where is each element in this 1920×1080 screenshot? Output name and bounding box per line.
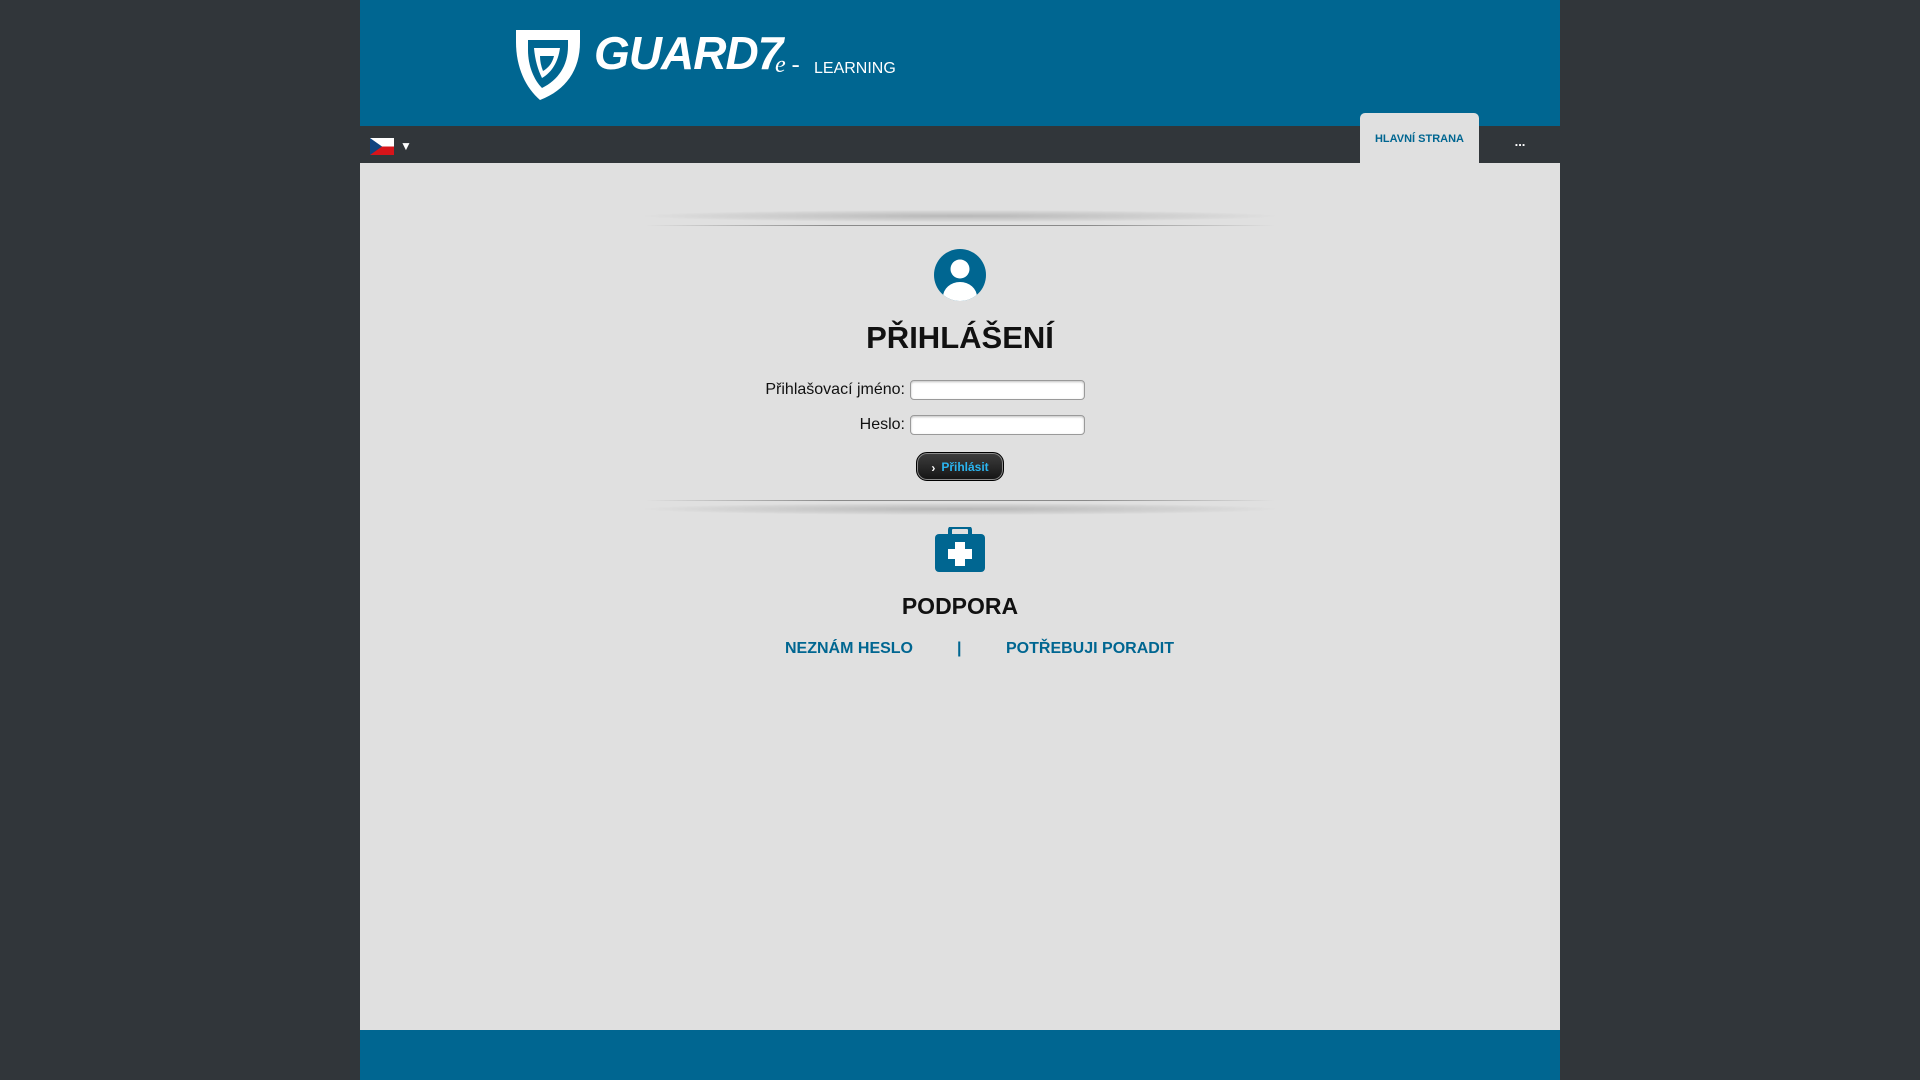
support-links: NEZNÁM HESLO | POTŘEBUJI PORADIT xyxy=(660,641,1260,661)
login-button[interactable]: › Přihlásit xyxy=(916,452,1004,481)
logo-name: GUARD7 xyxy=(594,27,783,79)
logo-learning: LEARNING xyxy=(814,60,896,77)
link-separator: | xyxy=(957,640,962,657)
footer xyxy=(360,1030,1560,1080)
chevron-down-icon: ▼ xyxy=(400,139,412,153)
language-selector[interactable]: ▼ xyxy=(370,136,412,156)
password-input[interactable] xyxy=(910,415,1085,435)
divider-shadow xyxy=(645,210,1275,222)
guard7-logo[interactable]: GUARD7 e - LEARNING xyxy=(510,26,930,102)
first-aid-icon xyxy=(935,527,985,572)
password-label: Heslo: xyxy=(859,416,905,433)
page-container: GUARD7 e - LEARNING ▼ HLAVNÍ STRANA ... xyxy=(360,0,1560,1080)
user-icon xyxy=(934,249,986,301)
section-divider xyxy=(645,500,1275,518)
tab-home[interactable]: HLAVNÍ STRANA xyxy=(1360,113,1479,163)
need-help-link[interactable]: POTŘEBUJI PORADIT xyxy=(1006,641,1174,657)
login-button-label: Přihlásit xyxy=(941,459,989,474)
divider-line xyxy=(645,225,1275,226)
divider-shadow xyxy=(645,503,1275,515)
forgot-password-link[interactable]: NEZNÁM HESLO xyxy=(785,641,913,657)
support-title: PODPORA xyxy=(901,593,1019,619)
shield-logo-icon xyxy=(516,30,580,100)
divider-line xyxy=(645,500,1275,501)
username-row: Přihlašovací jméno: xyxy=(660,379,1260,403)
czech-flag-icon xyxy=(370,137,394,155)
chevron-right-icon: › xyxy=(931,461,936,475)
header: GUARD7 e - LEARNING xyxy=(360,0,1560,126)
login-title: PŘIHLÁŠENÍ xyxy=(866,320,1054,355)
password-row: Heslo: xyxy=(660,414,1260,438)
username-label: Přihlašovací jméno: xyxy=(765,381,905,398)
navbar: ▼ HLAVNÍ STRANA ... xyxy=(360,113,1560,163)
username-input[interactable] xyxy=(910,380,1085,400)
tab-more[interactable]: ... xyxy=(1505,134,1535,154)
logo-e-prefix: e - xyxy=(775,52,800,78)
section-divider xyxy=(645,208,1275,226)
